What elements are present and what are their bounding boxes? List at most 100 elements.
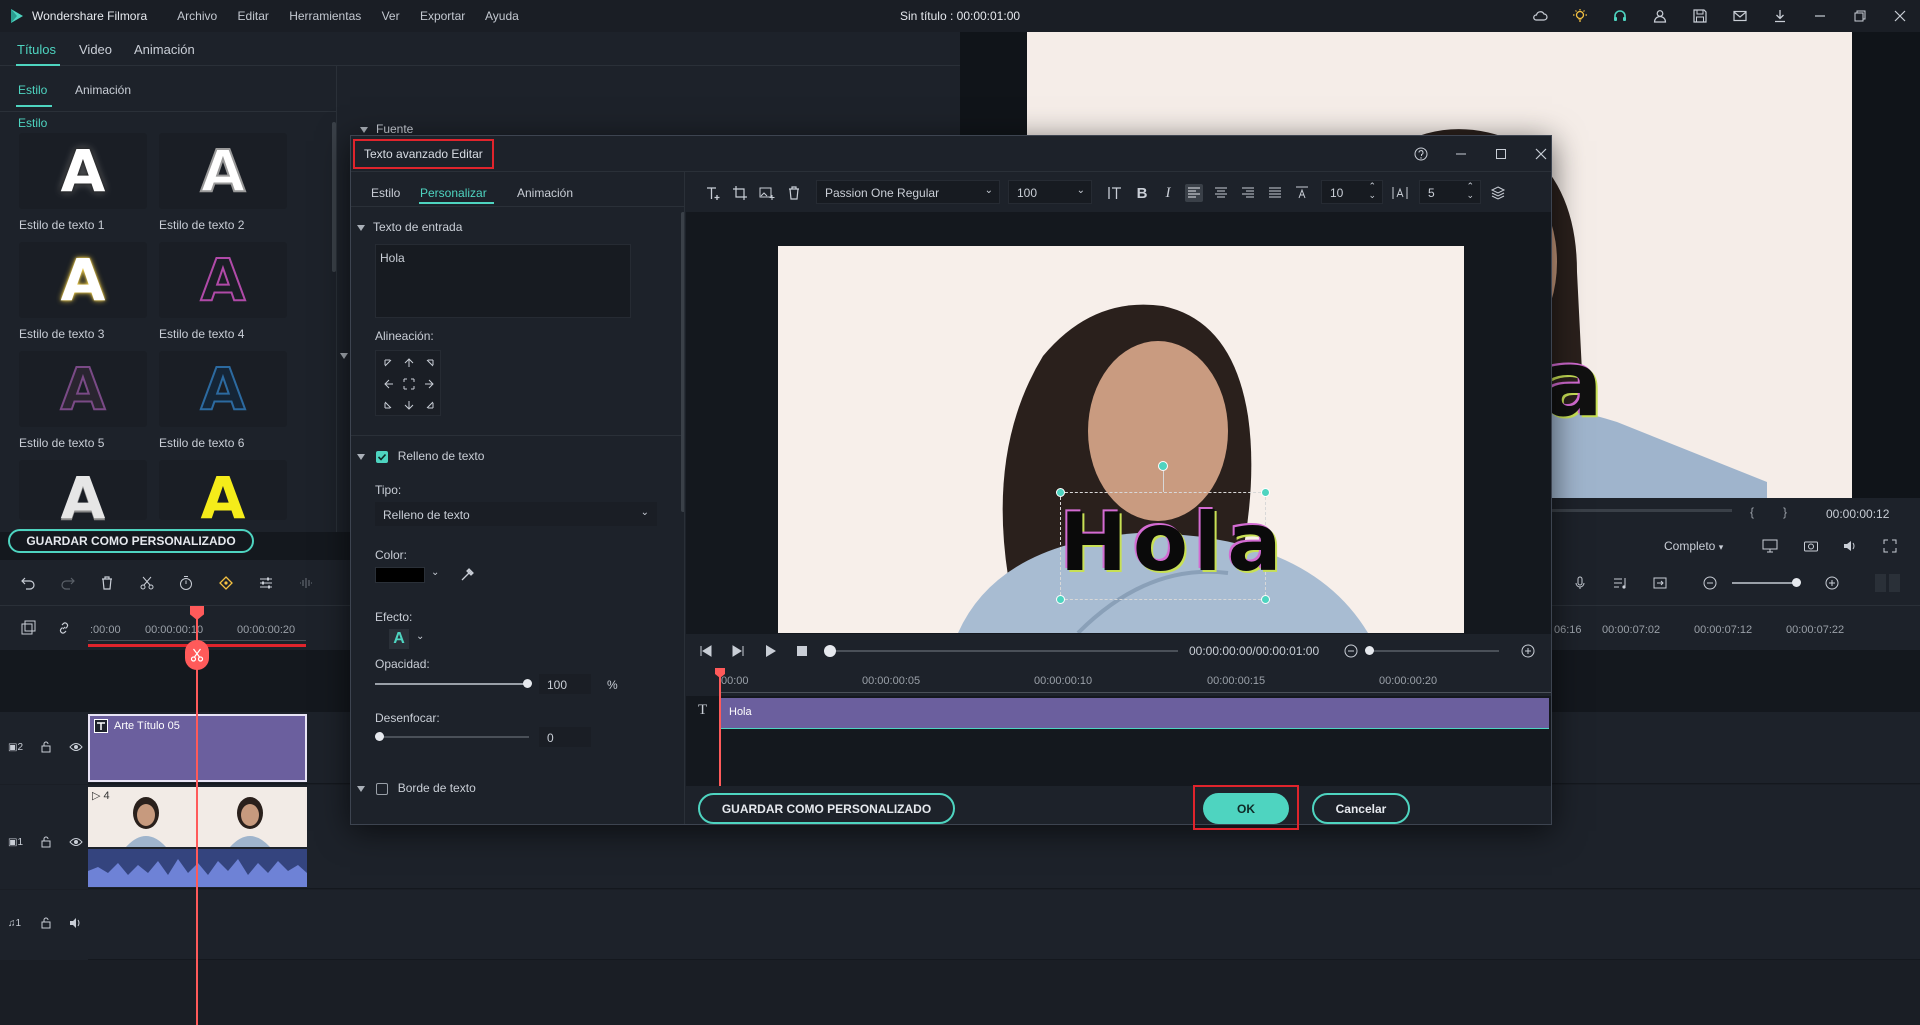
quality-select[interactable]: Completo ▾ [1664,539,1723,553]
section-text-border[interactable]: Borde de texto [357,781,476,795]
font-size-select[interactable]: 100 ⌄ [1008,180,1092,204]
style-tile-7[interactable]: A [19,460,147,532]
opacity-input[interactable]: 100 [539,674,591,694]
tab-titulos[interactable]: Títulos [17,42,56,57]
help-icon[interactable] [1411,144,1431,164]
align-right-text-icon[interactable] [1239,184,1257,202]
opacity-slider-knob[interactable] [523,679,532,688]
audio-waveform-icon[interactable] [298,575,314,594]
menu-ver[interactable]: Ver [382,9,400,23]
dialog-zoom-slider[interactable] [1369,650,1499,652]
dialog-progress-knob[interactable] [824,645,836,657]
italic-icon[interactable]: I [1159,184,1177,202]
dialog-close-icon[interactable] [1531,144,1551,164]
cloud-icon[interactable] [1520,0,1560,32]
alignment-grid[interactable] [375,350,441,416]
line-spacing-input[interactable]: 10 ⌃ ⌄ [1321,180,1383,204]
style-tile-2[interactable]: A [159,133,287,209]
undo-icon[interactable] [20,575,36,594]
save-icon[interactable] [1680,0,1720,32]
style-tile-4[interactable]: A [159,242,287,318]
user-icon[interactable] [1640,0,1680,32]
audio-mixer-icon[interactable] [1612,575,1628,594]
dialog-minimize-icon[interactable] [1451,144,1471,164]
text-effect-button[interactable]: A [389,629,409,649]
style-tile-5[interactable]: A [19,351,147,427]
monitor-icon[interactable] [1762,538,1778,557]
zoom-in-icon[interactable] [1824,575,1840,594]
preview-progress[interactable] [1552,509,1732,512]
lock-icon[interactable] [40,835,52,852]
microphone-icon[interactable] [1572,575,1588,594]
effect-chevron-icon[interactable]: ⌄ [416,631,424,642]
dialog-progress[interactable] [830,650,1178,652]
char-spacing-input[interactable]: 5 ⌃ ⌄ [1419,180,1481,204]
speaker-icon[interactable] [69,916,83,933]
menu-exportar[interactable]: Exportar [420,9,465,23]
dialog-tab-estilo[interactable]: Estilo [371,186,400,200]
add-image-icon[interactable] [758,184,776,202]
subtab-animacion[interactable]: Animación [75,83,131,97]
volume-icon[interactable] [1842,538,1858,557]
crop-icon[interactable] [731,184,749,202]
speed-icon[interactable] [178,575,194,594]
section-fuente[interactable]: Fuente [360,122,413,136]
scissors-icon[interactable] [139,575,155,594]
snapshot-icon[interactable] [1803,538,1819,557]
zoom-out-icon[interactable] [1702,575,1718,594]
cancel-button[interactable]: Cancelar [1312,793,1410,824]
keyframe-icon[interactable] [218,575,234,594]
opacity-slider[interactable] [375,683,529,685]
settings-scrollbar[interactable] [681,212,684,512]
minimize-icon[interactable] [1800,0,1840,32]
justify-text-icon[interactable] [1266,184,1284,202]
section-text-fill[interactable]: Relleno de texto [357,449,484,463]
rotate-handle[interactable] [1158,461,1168,471]
style-tile-8[interactable]: A [159,460,287,532]
tab-animacion[interactable]: Animación [134,42,195,57]
text-preview-canvas[interactable]: Hola [778,246,1464,633]
close-icon[interactable] [1880,0,1920,32]
line-spacing-icon[interactable] [1293,184,1311,202]
adjust-icon[interactable] [258,575,274,594]
dialog-tab-animacion[interactable]: Animación [517,186,573,200]
dialog-tab-personalizar[interactable]: Personalizar [420,186,487,200]
dialog-zoom-out-icon[interactable] [1343,643,1359,662]
dialog-playhead[interactable] [719,668,721,786]
canvas-text[interactable]: Hola [1060,496,1281,589]
fill-type-select[interactable]: Relleno de texto ⌄ [375,502,657,526]
ok-button[interactable]: OK [1203,793,1289,824]
section-input-text[interactable]: Texto de entrada [357,220,462,234]
mark-in-brace[interactable]: { [1750,505,1754,519]
layers-icon[interactable] [1489,184,1507,202]
split-scissors-icon[interactable] [185,640,209,670]
char-spacing-icon[interactable] [1391,184,1409,202]
play-icon[interactable] [762,643,778,662]
zoom-slider-knob[interactable] [1792,578,1801,587]
dialog-zoom-knob[interactable] [1365,646,1374,655]
previous-frame-icon[interactable] [698,643,714,662]
save-custom-button-library[interactable]: GUARDAR COMO PERSONALIZADO [8,529,254,553]
resize-handle[interactable] [1261,595,1270,604]
library-scrollbar[interactable] [332,122,336,272]
blur-input[interactable]: 0 [539,727,591,747]
resize-handle[interactable] [1056,595,1065,604]
add-track-icon[interactable] [20,620,36,639]
delete-icon[interactable] [99,575,115,594]
dialog-zoom-in-icon[interactable] [1520,643,1536,662]
text-border-checkbox[interactable] [376,782,389,795]
add-text-icon[interactable] [704,184,722,202]
style-tile-1[interactable]: A [19,133,147,209]
next-frame-icon[interactable] [730,643,746,662]
dialog-ruler[interactable]: 00:00 00:00:00:05 00:00:00:10 00:00:00:1… [686,668,1551,696]
align-left-text-icon[interactable] [1185,184,1203,202]
font-select[interactable]: Passion One Regular ⌄ [816,180,1000,204]
align-center-text-icon[interactable] [1212,184,1230,202]
lock-icon[interactable] [40,740,52,757]
bold-icon[interactable]: B [1133,184,1151,202]
fullscreen-icon[interactable] [1882,538,1898,557]
eye-icon[interactable] [69,740,83,757]
download-icon[interactable] [1760,0,1800,32]
layout-icon[interactable] [1874,572,1902,594]
marker-icon[interactable] [1652,575,1668,594]
